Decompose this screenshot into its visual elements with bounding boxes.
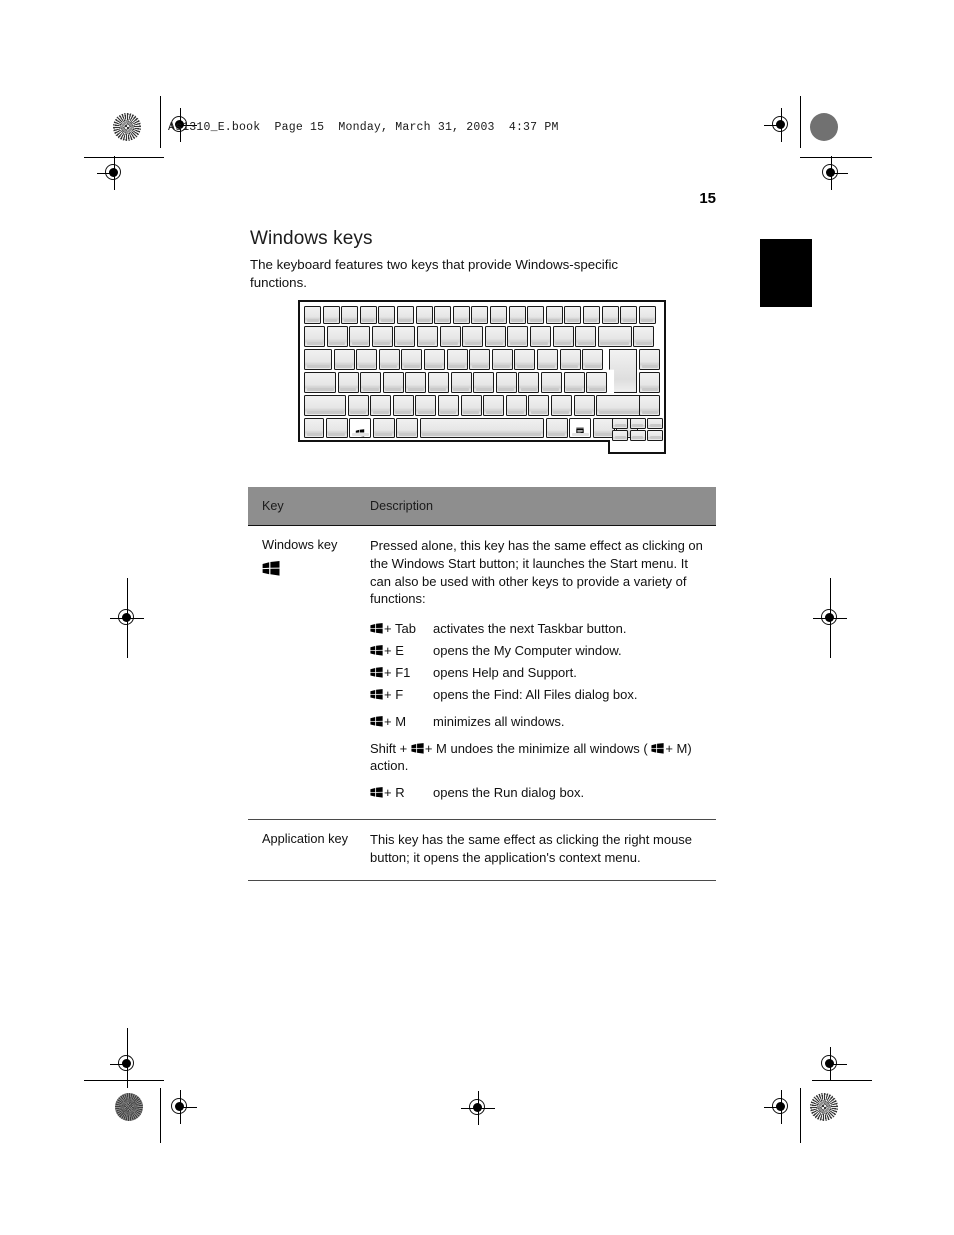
shortcut-combo-text: + R — [384, 784, 405, 800]
keyboard-spacebar — [419, 418, 544, 438]
windows-key-label: Windows key — [262, 537, 338, 552]
shift-mid: + M undoes the minimize all windows ( — [424, 740, 652, 756]
trim-line-bottom-left-vertical — [160, 1088, 161, 1143]
keyboard-row-shift-right — [639, 395, 660, 416]
chapter-thumb-tab — [760, 239, 812, 307]
shortcut-combo-text: + E — [384, 643, 404, 659]
windows-key-description: Pressed alone, this key has the same eff… — [370, 538, 703, 607]
shortcut-combo: + M — [370, 713, 433, 731]
shortcut-description: opens Help and Support. — [433, 665, 577, 681]
keyboard-application-key — [569, 418, 592, 438]
shortcut-description: opens the My Computer window. — [433, 643, 622, 659]
page-content: Windows keys The keyboard features two k… — [250, 228, 720, 292]
windows-shortcut-list: + Tab activates the next Taskbar button.… — [370, 620, 708, 801]
keyboard-row-home-right — [639, 372, 660, 393]
shortcut-combo: + E — [370, 642, 433, 660]
trim-line-bottom-right-horizontal — [812, 1080, 872, 1081]
windows-flag-icon — [370, 667, 383, 679]
shift-prefix: Shift + — [370, 740, 411, 756]
shortcut-description: minimizes all windows. — [433, 714, 565, 730]
shortcut-combo-text: + Tab — [384, 621, 416, 637]
trim-line-bottom-left-horizontal — [84, 1080, 164, 1081]
density-circle-bottom-left — [115, 1093, 143, 1121]
shift-undo-minimize-line: Shift + + M undoes the minimize all wind… — [370, 740, 708, 775]
shortcut-combo: + F — [370, 686, 433, 704]
application-key-description: This key has the same effect as clicking… — [370, 831, 693, 865]
shortcut-combo-text: + F — [384, 687, 404, 703]
windows-flag-icon — [262, 561, 370, 577]
application-menu-icon — [576, 424, 584, 436]
registration-mark-bottom-center — [461, 1091, 495, 1125]
registration-mark-left-upper — [97, 156, 131, 190]
trim-line-top-right-vertical — [800, 96, 801, 148]
windows-flag-icon — [411, 742, 424, 754]
shortcut-description: activates the next Taskbar button. — [433, 621, 627, 637]
trim-line-bottom-right-vertical — [800, 1088, 801, 1143]
keyboard-row-home — [304, 372, 608, 393]
running-header: As1310_E.book Page 15 Monday, March 31, … — [168, 121, 559, 134]
column-header-description: Description — [370, 499, 433, 513]
registration-mark-bottom-left — [163, 1090, 197, 1124]
registration-mark-right-lower — [813, 1047, 847, 1081]
shortcut-description: opens the Find: All Files dialog box. — [433, 687, 638, 703]
windows-flag-icon — [370, 645, 383, 656]
windows-keys-table: Key Description Windows key Pressed alon… — [248, 487, 716, 881]
density-circle-top-right — [810, 113, 838, 141]
keyboard-row-qwerty-right — [639, 349, 660, 370]
table-header-row: Key Description — [248, 487, 716, 526]
shortcut-item: + M minimizes all windows. — [370, 713, 708, 731]
notebook-keyboard-diagram — [298, 300, 670, 455]
windows-flag-icon — [370, 689, 383, 701]
shortcut-item: + R opens the Run dialog box. — [370, 784, 708, 802]
density-circle-bottom-right — [810, 1093, 838, 1121]
table-row: Application key This key has the same ef… — [248, 820, 716, 881]
table-row: Windows key Pressed alone, this key has … — [248, 526, 716, 820]
keyboard-row-numbers — [304, 326, 655, 347]
shortcut-description: opens the Run dialog box. — [433, 784, 585, 800]
shortcut-item: + F opens the Find: All Files dialog box… — [370, 686, 708, 704]
keyboard-arrow-cluster-top — [612, 418, 664, 429]
keyboard-windows-key — [349, 418, 372, 438]
shortcut-item: + F1 opens Help and Support. — [370, 664, 708, 682]
shortcut-combo: + F1 — [370, 664, 433, 682]
shortcut-item: + Tab activates the next Taskbar button. — [370, 620, 708, 638]
registration-mark-bottom-right — [764, 1090, 798, 1124]
row-key-cell: Windows key — [248, 526, 370, 819]
registration-mark-left-middle — [110, 601, 144, 635]
registration-mark-left-lower — [110, 1047, 144, 1081]
registration-mark-right-middle — [813, 601, 847, 635]
registration-mark-right-upper — [814, 156, 848, 190]
shortcut-combo-text: + M — [384, 714, 407, 730]
row-key-cell: Application key — [248, 820, 370, 880]
shortcut-item: + E opens the My Computer window. — [370, 642, 708, 660]
windows-flag-icon — [370, 786, 383, 798]
keyboard-row-qwerty — [304, 349, 604, 370]
page-number: 15 — [699, 190, 716, 207]
shortcut-combo: + Tab — [370, 620, 433, 638]
page-title: Windows keys — [250, 228, 373, 249]
keyboard-row-shift — [304, 395, 647, 416]
intro-paragraph: The keyboard features two keys that prov… — [250, 257, 619, 290]
keyboard-arrow-cluster-bottom — [612, 430, 664, 441]
column-header-key: Key — [262, 499, 284, 513]
keyboard-row-bottom — [304, 418, 639, 438]
windows-flag-icon — [370, 716, 383, 727]
keyboard-row-function — [304, 306, 656, 324]
keyboard-lower-extension — [608, 440, 666, 454]
registration-mark-top-right — [764, 108, 798, 142]
windows-flag-icon — [355, 424, 365, 437]
windows-flag-icon — [651, 742, 664, 754]
application-key-label: Application key — [262, 830, 349, 846]
density-circle-top-left — [113, 113, 141, 141]
row-description-cell: Pressed alone, this key has the same eff… — [370, 526, 716, 819]
windows-flag-icon — [370, 623, 383, 634]
shortcut-combo: + R — [370, 784, 433, 802]
shortcut-combo-text: + F1 — [384, 665, 411, 681]
trim-line-top-left-vertical — [160, 96, 161, 148]
row-description-cell: This key has the same effect as clicking… — [370, 820, 716, 880]
